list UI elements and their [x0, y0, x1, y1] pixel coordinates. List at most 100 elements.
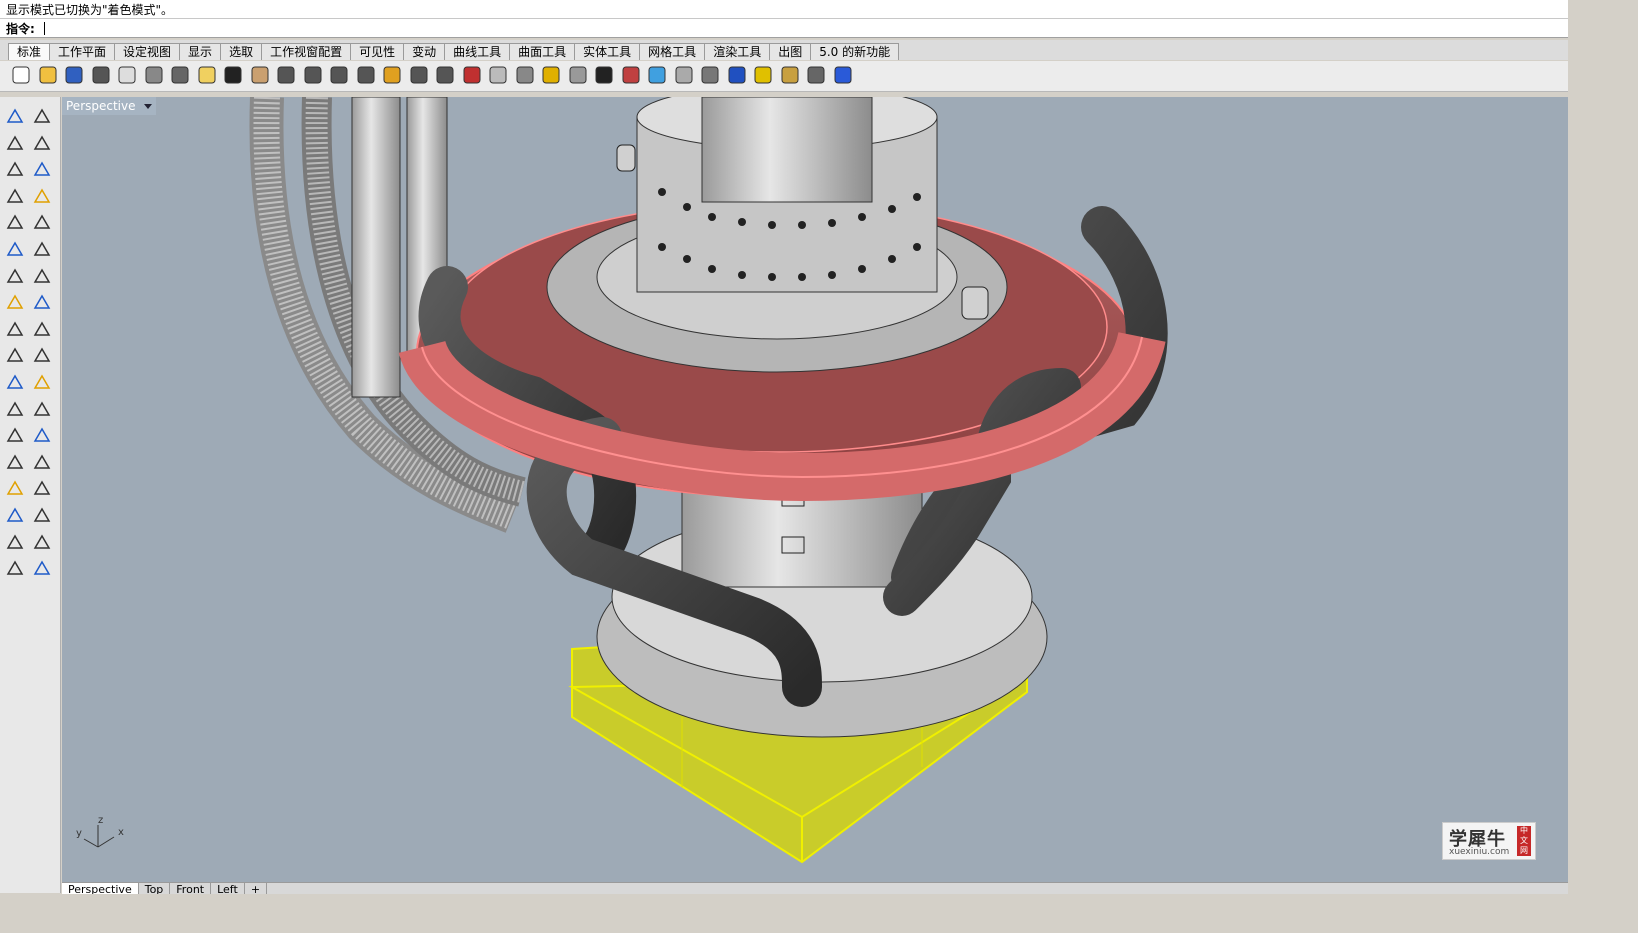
viewport-menu-icon[interactable]	[143, 104, 152, 109]
model-scene[interactable]	[62, 97, 1568, 882]
viewport-tabs: Perspective Top Front Left +	[62, 882, 1568, 894]
cut-icon[interactable]	[143, 64, 165, 86]
settings-gear-icon[interactable]	[779, 64, 801, 86]
fillet-icon[interactable]	[32, 212, 52, 232]
sphere-icon[interactable]	[32, 266, 52, 286]
axis-z-label: z	[98, 815, 104, 826]
lightbulb-icon[interactable]	[567, 64, 589, 86]
analyze-icon[interactable]	[5, 532, 25, 552]
dimension-icon[interactable]	[32, 478, 52, 498]
car-icon[interactable]	[461, 64, 483, 86]
tab-2[interactable]: 设定视图	[115, 43, 181, 60]
polyline-icon[interactable]	[5, 133, 25, 153]
shaded-sphere-icon[interactable]	[673, 64, 695, 86]
tab-11[interactable]: 网格工具	[640, 43, 706, 60]
text-icon[interactable]	[5, 425, 25, 445]
rotate-camera-icon[interactable]	[408, 64, 430, 86]
cylinder-icon[interactable]	[5, 292, 25, 312]
undo-icon[interactable]	[222, 64, 244, 86]
circle-object-icon[interactable]	[514, 64, 536, 86]
pan-hand-icon[interactable]	[249, 64, 271, 86]
plane-icon[interactable]	[487, 64, 509, 86]
control-points-icon[interactable]	[32, 133, 52, 153]
point-icon[interactable]	[32, 106, 52, 126]
rendered-sphere-icon[interactable]	[699, 64, 721, 86]
print-icon[interactable]	[90, 64, 112, 86]
blue-sphere-icon[interactable]	[726, 64, 748, 86]
ellipse-icon[interactable]	[32, 159, 52, 179]
rotate-icon[interactable]	[32, 399, 52, 419]
viewport-tab-3[interactable]: Left	[211, 883, 245, 894]
tab-5[interactable]: 工作视窗配置	[262, 43, 352, 60]
command-line[interactable]: 指令:	[0, 19, 1568, 38]
tab-12[interactable]: 渲染工具	[705, 43, 771, 60]
rotate-view-icon[interactable]	[275, 64, 297, 86]
tab-13[interactable]: 出图	[770, 43, 812, 60]
box-icon[interactable]	[5, 266, 25, 286]
tab-8[interactable]: 曲线工具	[445, 43, 511, 60]
circle-icon[interactable]	[5, 159, 25, 179]
viewport-perspective[interactable]: x y z	[62, 97, 1568, 882]
tab-4[interactable]: 选取	[221, 43, 263, 60]
zoom-extents-icon[interactable]	[355, 64, 377, 86]
snap-icon[interactable]	[32, 505, 52, 525]
split-icon[interactable]	[5, 345, 25, 365]
help-icon[interactable]	[832, 64, 854, 86]
tab-0[interactable]: 标准	[8, 43, 51, 60]
axis-x-label: x	[118, 827, 124, 838]
curve-icon[interactable]	[5, 212, 25, 232]
loft-icon[interactable]	[32, 239, 52, 259]
scale-icon[interactable]	[32, 425, 52, 445]
grid-icon[interactable]	[5, 505, 25, 525]
viewport-tab-1[interactable]: Top	[139, 883, 171, 894]
tab-9[interactable]: 曲面工具	[510, 43, 576, 60]
lock-icon[interactable]	[593, 64, 615, 86]
open-folder-icon[interactable]	[37, 64, 59, 86]
axis-y-label: y	[76, 828, 82, 839]
paste-icon[interactable]	[196, 64, 218, 86]
mirror-icon[interactable]	[32, 452, 52, 472]
layer-icon[interactable]	[620, 64, 642, 86]
dimension-icon[interactable]	[805, 64, 827, 86]
filter-icon[interactable]	[752, 64, 774, 86]
explode-icon[interactable]	[5, 319, 25, 339]
polygon-icon[interactable]	[5, 186, 25, 206]
import-icon[interactable]	[116, 64, 138, 86]
copy-icon[interactable]	[169, 64, 191, 86]
tab-1[interactable]: 工作平面	[50, 43, 116, 60]
viewport-tab-4[interactable]: +	[245, 883, 268, 894]
boolean-icon[interactable]	[32, 345, 52, 365]
zoom-window-icon[interactable]	[302, 64, 324, 86]
tab-10[interactable]: 实体工具	[575, 43, 641, 60]
tab-6[interactable]: 可见性	[351, 43, 405, 60]
block-icon[interactable]	[5, 478, 25, 498]
zoom-selected-icon[interactable]	[381, 64, 403, 86]
trim-icon[interactable]	[32, 319, 52, 339]
watermark-logo: 学犀牛 xuexiniu.com 中文网	[1442, 822, 1536, 860]
tab-14[interactable]: 5.0 的新功能	[811, 43, 900, 60]
new-file-icon[interactable]	[10, 64, 32, 86]
rectangle-icon[interactable]	[32, 186, 52, 206]
viewport-title[interactable]: Perspective	[62, 97, 156, 115]
command-label: 指令:	[6, 22, 35, 36]
solid-icon[interactable]	[32, 372, 52, 392]
render-icon[interactable]	[5, 558, 25, 578]
color-wheel-icon[interactable]	[646, 64, 668, 86]
command-history: 显示模式已切换为"着色模式"。	[0, 0, 1568, 19]
check-icon[interactable]	[32, 532, 52, 552]
save-icon[interactable]	[63, 64, 85, 86]
points-icon[interactable]	[540, 64, 562, 86]
group-icon[interactable]	[5, 372, 25, 392]
tab-7[interactable]: 变动	[404, 43, 446, 60]
surface-icon[interactable]	[5, 239, 25, 259]
array-icon[interactable]	[5, 452, 25, 472]
viewport-tab-0[interactable]: Perspective	[62, 883, 139, 894]
move-icon[interactable]	[5, 399, 25, 419]
viewport-tab-2[interactable]: Front	[170, 883, 212, 894]
select-icon[interactable]	[5, 106, 25, 126]
tab-3[interactable]: 显示	[180, 43, 222, 60]
mesh-icon[interactable]	[32, 292, 52, 312]
zoom-dynamic-icon[interactable]	[328, 64, 350, 86]
paint-icon[interactable]	[32, 558, 52, 578]
four-viewports-icon[interactable]	[434, 64, 456, 86]
